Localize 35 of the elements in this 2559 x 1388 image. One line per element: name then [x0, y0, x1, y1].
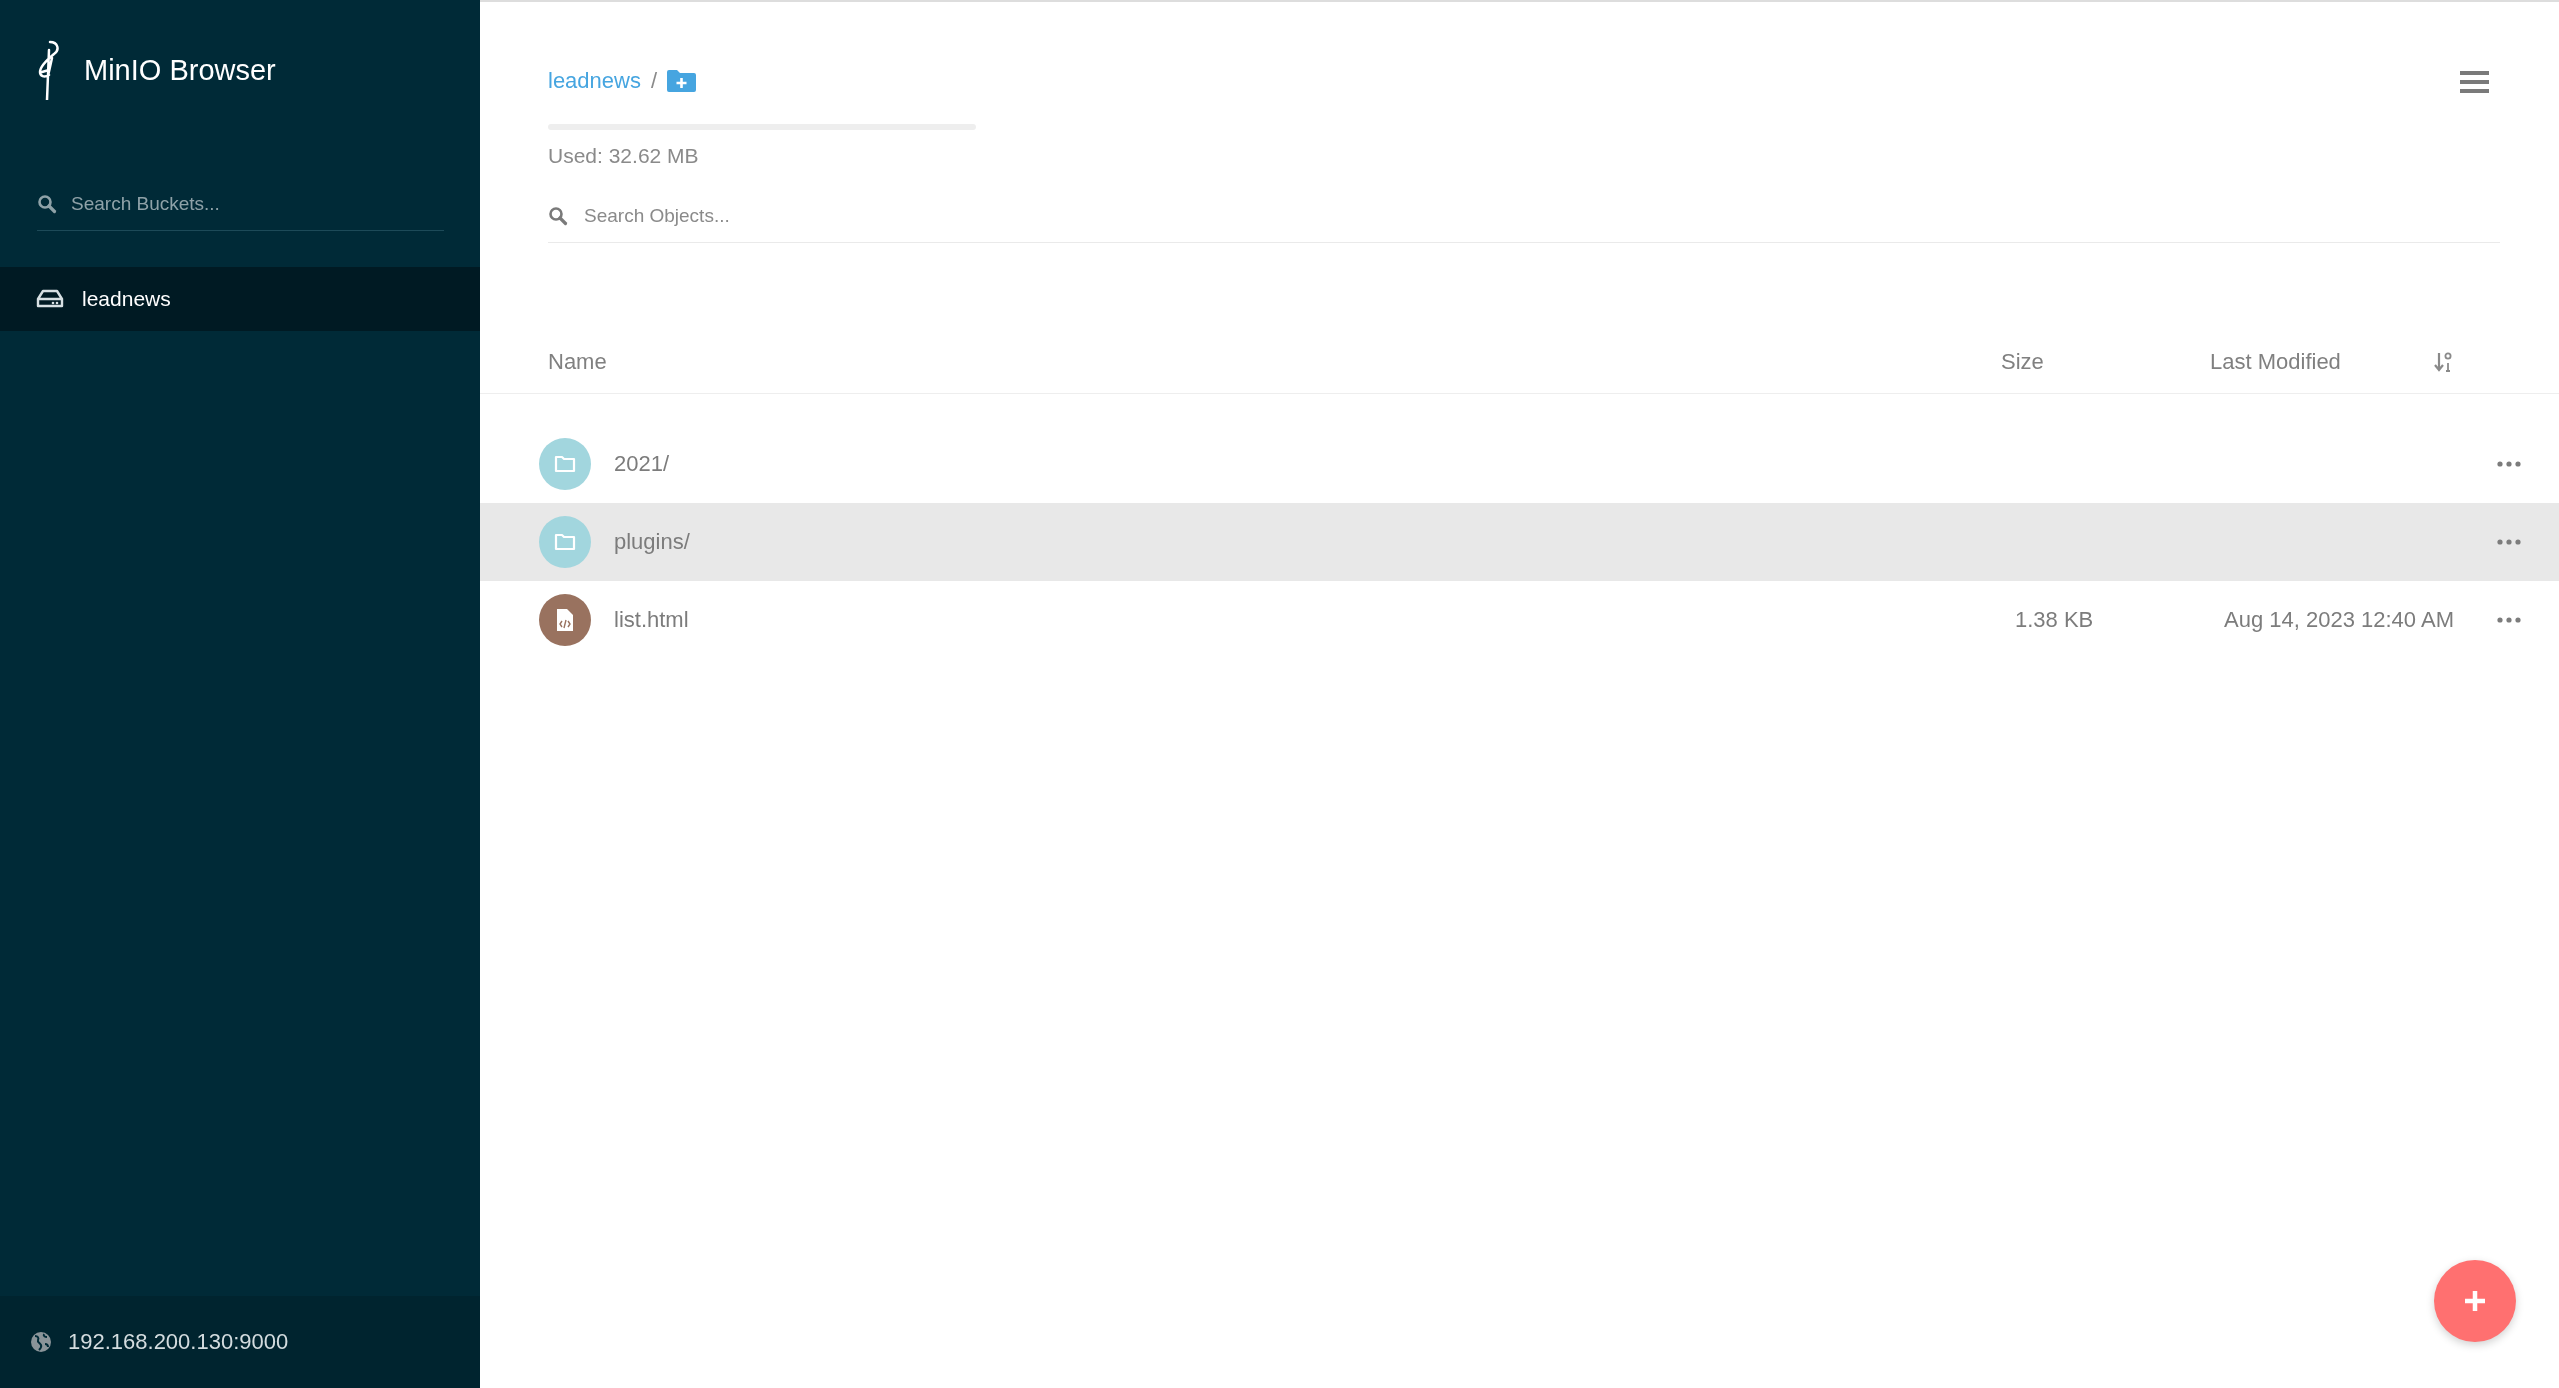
app-title: MinIO Browser [84, 53, 276, 87]
heron-logo-icon [36, 40, 62, 100]
object-row[interactable]: list.html 1.38 KB Aug 14, 2023 12:40 AM [480, 581, 2559, 659]
object-name: plugins/ [614, 529, 691, 555]
bucket-search-field[interactable]: Search Buckets... [69, 192, 444, 216]
more-options-icon[interactable] [2497, 461, 2521, 467]
code-file-icon [539, 594, 591, 646]
search-icon [548, 206, 568, 226]
more-options-icon[interactable] [2497, 617, 2521, 623]
server-address: 192.168.200.130:9000 [68, 1329, 289, 1355]
object-date: Aug 14, 2023 12:40 AM [2224, 607, 2455, 633]
sort-icon[interactable] [2434, 352, 2452, 372]
object-name: 2021/ [614, 451, 671, 477]
object-name: list.html [614, 607, 690, 633]
more-options-icon[interactable] [2497, 539, 2521, 545]
object-row[interactable]: plugins/ [480, 503, 2559, 581]
drive-icon [36, 289, 64, 309]
plus-icon [2463, 1289, 2487, 1313]
column-header[interactable]: Name [548, 349, 2001, 375]
globe-icon [30, 1331, 52, 1353]
column-header[interactable]: Last Modified [2210, 349, 2434, 375]
add-folder-icon[interactable] [667, 70, 697, 92]
column-header[interactable]: Size [2001, 349, 2210, 375]
bucket-breadcrumb-link[interactable]: leadnews [548, 68, 641, 94]
object-size: 1.38 KB [2015, 607, 2095, 633]
breadcrumb-separator: / [650, 68, 658, 94]
bucket-item[interactable]: leadnews [0, 267, 480, 331]
folder-icon [539, 516, 591, 568]
folder-icon [539, 438, 591, 490]
add-button[interactable] [2434, 1260, 2516, 1342]
storage-used-text: Used: 32.62 MB [548, 144, 700, 168]
search-icon [37, 194, 57, 214]
object-row[interactable]: 2021/ [480, 425, 2559, 503]
object-search-field[interactable]: Search Objects... [582, 204, 2500, 228]
menu-icon[interactable] [2460, 70, 2489, 94]
